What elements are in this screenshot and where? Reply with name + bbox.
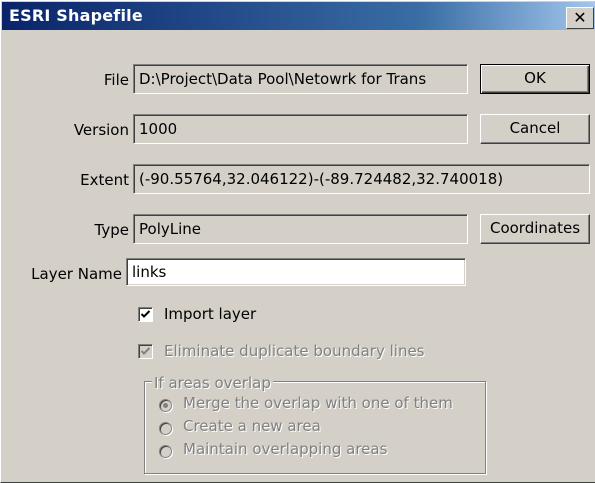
window-title: ESRI Shapefile [9,6,143,25]
title-bar: ESRI Shapefile ✕ [2,2,595,30]
radio-merge[interactable] [159,399,172,412]
checkmark-icon [140,347,151,355]
file-label: File [103,71,129,89]
eliminate-duplicates-label: Eliminate duplicate boundary lines [164,342,425,360]
close-button[interactable]: ✕ [566,7,594,29]
type-label: Type [94,221,129,239]
type-field: PolyLine [133,214,468,244]
eliminate-duplicates-checkbox[interactable] [138,344,153,359]
close-icon: ✕ [573,8,587,27]
extent-field: (-90.55764,32.046122)-(-89.724482,32.740… [133,164,590,194]
overlap-group-legend: If areas overlap [152,374,273,392]
radio-maintain-overlapping[interactable] [159,445,172,458]
radio-dot-icon [163,403,168,408]
layer-name-label: Layer Name [31,265,122,283]
esri-shapefile-dialog: ESRI Shapefile ✕ File D:\Project\Data Po… [0,0,595,483]
ok-button[interactable]: OK [480,64,590,94]
import-layer-checkbox[interactable] [138,307,153,322]
radio-create-new-area[interactable] [159,422,172,435]
import-layer-label: Import layer [164,305,257,323]
coordinates-button[interactable]: Coordinates [480,214,590,244]
extent-label: Extent [80,171,129,189]
cancel-button[interactable]: Cancel [480,114,590,144]
radio-create-new-area-label: Create a new area [183,417,321,435]
file-path-field: D:\Project\Data Pool\Netowrk for Trans [133,64,468,94]
radio-maintain-overlapping-label: Maintain overlapping areas [183,440,388,458]
version-field: 1000 [133,114,468,144]
radio-merge-label: Merge the overlap with one of them [183,394,453,412]
checkmark-icon [140,310,151,318]
layer-name-input[interactable]: links [126,258,466,286]
version-label: Version [73,121,129,139]
